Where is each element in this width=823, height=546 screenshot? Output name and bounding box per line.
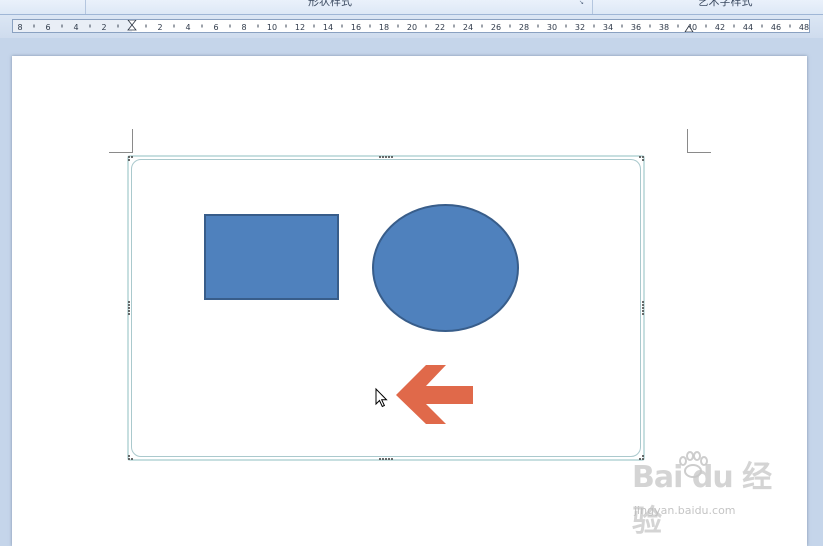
ruler-number: 38 <box>659 23 669 32</box>
ruler-number: 2 <box>157 23 162 32</box>
dialog-launcher-icon[interactable]: ↘ <box>579 0 586 6</box>
ruler-number: 18 <box>379 23 389 32</box>
ruler-number: 6 <box>213 23 218 32</box>
watermark-site: jingyan.baidu.com <box>634 504 736 517</box>
resize-handles[interactable] <box>128 156 644 460</box>
ruler-number: 24 <box>463 23 473 32</box>
ruler-ticks: 8 6 4 2 2 4 6 8 10 12 14 16 18 20 22 24 26 28 30 32 34 36 38 40… <box>13 20 809 32</box>
ruler-number: 16 <box>351 23 361 32</box>
ribbon-group-wordart-styles[interactable]: 艺术字样式 <box>625 0 823 9</box>
mouse-pointer-icon <box>375 387 388 408</box>
ribbon-group-shape-styles[interactable]: 形状样式 <box>230 0 430 9</box>
watermark: Bai du 经验 jingyan.baidu.com <box>632 451 792 539</box>
ruler-number: 4 <box>185 23 190 32</box>
ruler-number: 48 <box>799 23 809 32</box>
rectangle-shape[interactable] <box>204 214 339 300</box>
left-arrow-shape[interactable] <box>396 365 473 424</box>
ruler-number: 34 <box>603 23 613 32</box>
ribbon-separator <box>592 0 593 14</box>
ruler-number: 6 <box>45 23 50 32</box>
ruler-number: 8 <box>241 23 246 32</box>
ruler-number: 30 <box>547 23 557 32</box>
paw-icon <box>679 451 708 478</box>
ruler-number: 42 <box>715 23 725 32</box>
ruler-number: 44 <box>743 23 753 32</box>
horizontal-ruler[interactable]: 8 6 4 2 2 4 6 8 10 12 14 16 18 20 22 24 26 28 30 32 34 36 38 40… <box>12 19 810 33</box>
ruler-number: 2 <box>101 23 106 32</box>
ruler-number: 10 <box>267 23 277 32</box>
ruler-number: 26 <box>491 23 501 32</box>
ruler-number: 8 <box>17 23 22 32</box>
ruler-number: 4 <box>73 23 78 32</box>
ruler-number: 46 <box>771 23 781 32</box>
ruler-number: 12 <box>295 23 305 32</box>
ruler-number: 14 <box>323 23 333 32</box>
ruler-number: 28 <box>519 23 529 32</box>
ruler-number: 36 <box>631 23 641 32</box>
ruler-number: 20 <box>407 23 417 32</box>
ruler-number: 32 <box>575 23 585 32</box>
ruler-number: 22 <box>435 23 445 32</box>
ribbon: 形状样式 ↘ 艺术字样式 <box>0 0 823 15</box>
ellipse-shape[interactable] <box>372 204 519 332</box>
ribbon-separator <box>85 0 86 14</box>
watermark-brand: Bai du 经验 <box>632 460 772 539</box>
